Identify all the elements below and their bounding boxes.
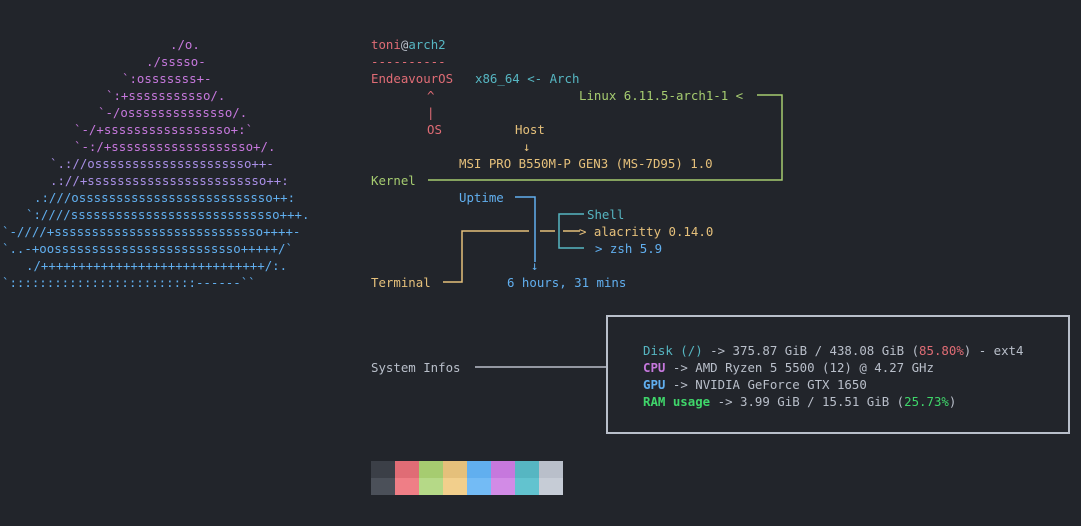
kernel-label: Kernel — [371, 173, 416, 188]
palette-swatch — [515, 478, 539, 495]
uptime-connector — [515, 196, 536, 262]
username: toni — [371, 37, 401, 52]
disk-label: Disk (/) — [643, 343, 703, 358]
kernel-value: Linux 6.11.5-arch1-1 < — [579, 88, 744, 103]
hostname: arch2 — [408, 37, 446, 52]
disk-value: -> 375.87 GiB / 438.08 GiB ( — [710, 343, 920, 358]
gpu-label: GPU — [643, 377, 666, 392]
terminal-value: > alacritty 0.14.0 — [579, 224, 714, 239]
ram-tail: ) — [948, 394, 957, 409]
palette-swatch — [443, 461, 467, 478]
gpu-value: -> NVIDIA GeForce GTX 1650 — [672, 377, 867, 392]
palette-swatch — [467, 478, 491, 495]
palette-swatch — [395, 478, 419, 495]
cpu-label: CPU — [643, 360, 666, 375]
gpu-row: GPU -> NVIDIA GeForce GTX 1650 — [643, 376, 867, 393]
system-infos-label: System Infos — [371, 360, 461, 375]
cpu-row: CPU -> AMD Ryzen 5 5500 (12) @ 4.27 GHz — [643, 359, 934, 376]
uptime-arrow: ↓ — [531, 258, 539, 273]
os-pipe: | — [427, 105, 435, 120]
uptime-label: Uptime — [459, 190, 504, 205]
cpu-value: -> AMD Ryzen 5 5500 (12) @ 4.27 GHz — [672, 360, 934, 375]
palette-swatch — [443, 478, 467, 495]
palette-swatch — [371, 461, 395, 478]
os-caret: ^ — [427, 88, 435, 103]
palette-swatch — [371, 478, 395, 495]
terminal-label: Terminal — [371, 275, 431, 290]
shell-value: > zsh 5.9 — [595, 241, 663, 256]
palette-swatch — [467, 461, 491, 478]
user-host: toni@arch2 — [371, 36, 446, 53]
ram-label: RAM usage — [643, 394, 711, 409]
os-arch: x86_64 <- Arch — [475, 71, 580, 86]
header-separator: ---------- — [371, 54, 446, 69]
os-label: OS — [427, 122, 442, 137]
host-arrow: ↓ — [523, 139, 531, 154]
palette-swatch — [491, 461, 515, 478]
disk-row: Disk (/) -> 375.87 GiB / 438.08 GiB (85.… — [643, 342, 1023, 359]
palette-swatch — [419, 461, 443, 478]
host-label: Host — [515, 122, 545, 137]
host-value: MSI PRO B550M-P GEN3 (MS-7D95) 1.0 — [459, 156, 713, 171]
palette-swatch — [515, 461, 539, 478]
os-name: EndeavourOS — [371, 71, 454, 86]
ram-row: RAM usage -> 3.99 GiB / 15.51 GiB (25.73… — [643, 393, 956, 410]
color-palette — [371, 461, 563, 495]
ram-value: -> 3.99 GiB / 15.51 GiB ( — [717, 394, 905, 409]
palette-swatch — [419, 478, 443, 495]
disk-tail: ) - ext4 — [963, 343, 1024, 358]
ram-percent: 25.73% — [904, 394, 949, 409]
uptime-value: 6 hours, 31 mins — [507, 275, 627, 290]
palette-swatch — [395, 461, 419, 478]
palette-swatch — [491, 478, 515, 495]
shell-label: Shell — [587, 207, 625, 222]
palette-swatch — [539, 461, 563, 478]
disk-percent: 85.80% — [919, 343, 964, 358]
palette-swatch — [539, 478, 563, 495]
